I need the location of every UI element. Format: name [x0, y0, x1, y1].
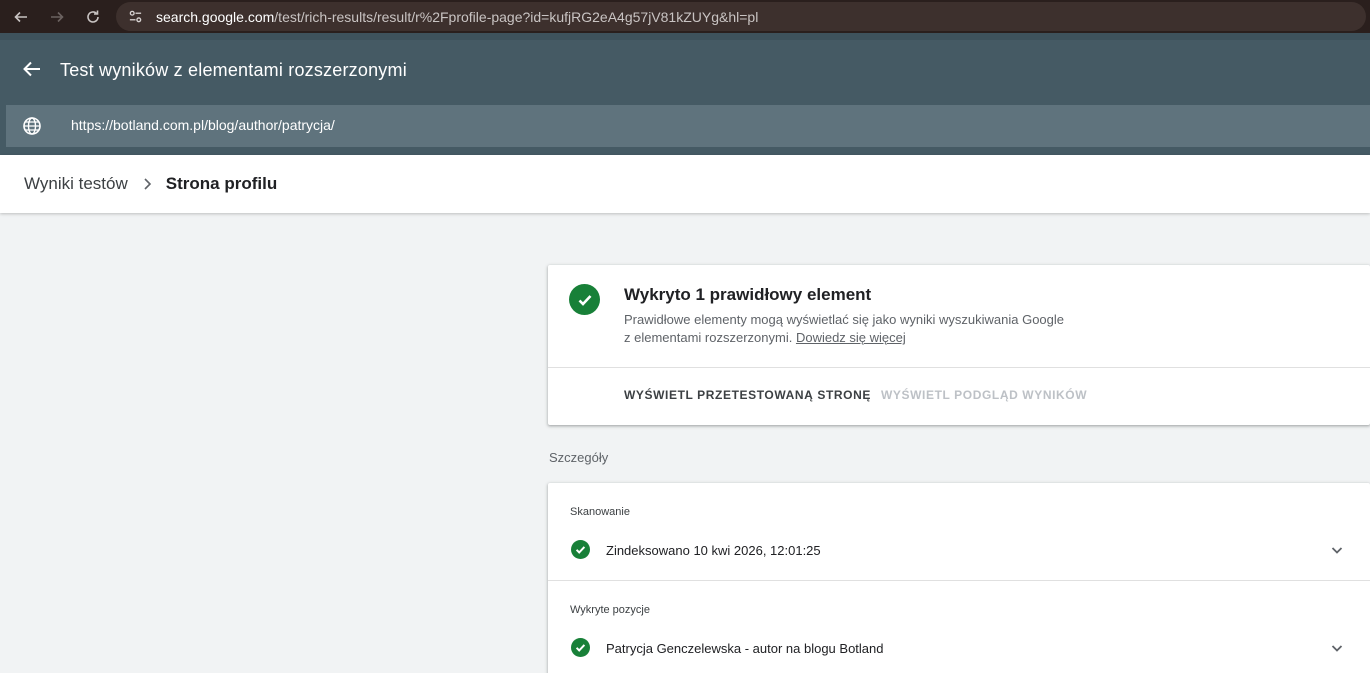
address-bar-url: search.google.com/test/rich-results/resu… [156, 9, 758, 25]
detail-text: Patrycja Genczelewska - autor na blogu B… [606, 641, 884, 656]
globe-icon [22, 116, 42, 136]
reload-icon [87, 10, 99, 23]
browser-forward-button[interactable] [39, 0, 75, 33]
check-circle-icon [571, 540, 590, 559]
summary-title: Wykryto 1 prawidłowy element [624, 285, 872, 304]
arrow-right-icon [51, 11, 64, 22]
tested-url-text: https://botland.com.pl/blog/author/patry… [71, 117, 335, 133]
tested-url-bar[interactable]: https://botland.com.pl/blog/author/patry… [6, 105, 1370, 147]
app-header: Test wyników z elementami rozszerzonymi … [0, 33, 1370, 155]
page-title: Test wyników z elementami rozszerzonymi [60, 60, 407, 80]
summary-description-line1: Prawidłowe elementy mogą wyświetlać się … [624, 312, 1065, 327]
address-bar[interactable]: search.google.com/test/rich-results/resu… [116, 2, 1366, 31]
url-host: search.google.com [156, 8, 275, 25]
check-circle-icon [571, 638, 590, 657]
url-path: /test/rich-results/result/r%2Fprofile-pa… [274, 8, 759, 25]
summary-card: Wykryto 1 prawidłowy element Prawidłowe … [548, 265, 1370, 425]
details-card: Skanowanie Zindeksowano 10 kwi 2026, 12:… [548, 483, 1370, 673]
divider [548, 367, 1370, 368]
view-results-preview-button[interactable]: WYŚWIETL PODGLĄD WYNIKÓW [881, 388, 1087, 402]
chevron-right-icon [142, 177, 152, 191]
details-section-label: Szczegóły [549, 450, 609, 465]
chevron-down-icon[interactable] [1330, 641, 1344, 655]
learn-more-link[interactable]: Dowiedz się więcej [796, 330, 906, 345]
detail-text: Zindeksowano 10 kwi 2026, 12:01:25 [606, 543, 821, 558]
breadcrumb: Wyniki testów Strona profilu [0, 155, 1370, 213]
chevron-down-icon[interactable] [1330, 543, 1344, 557]
summary-description: Prawidłowe elementy mogą wyświetlać się … [624, 311, 1104, 347]
breadcrumb-test-results-link[interactable]: Wyniki testów [24, 174, 128, 194]
browser-back-button[interactable] [3, 0, 39, 33]
browser-reload-button[interactable] [75, 0, 111, 33]
breadcrumb-current: Strona profilu [165, 174, 278, 193]
browser-toolbar: search.google.com/test/rich-results/resu… [0, 0, 1370, 33]
detail-row-crawl[interactable]: Skanowanie Zindeksowano 10 kwi 2026, 12:… [548, 483, 1370, 580]
view-tested-page-button[interactable]: WYŚWIETL PRZETESTOWANĄ STRONĘ [624, 388, 871, 402]
check-circle-icon [569, 284, 600, 315]
site-settings-icon[interactable] [124, 6, 146, 28]
arrow-left-icon [14, 11, 27, 22]
arrow-back-icon [23, 61, 40, 77]
summary-description-line2: z elementami rozszerzonymi. [624, 330, 793, 345]
detail-heading: Wykryte pozycje [570, 604, 650, 616]
back-button[interactable] [20, 57, 44, 81]
detail-heading: Skanowanie [570, 506, 630, 518]
detail-row-detected-items[interactable]: Wykryte pozycje Patrycja Genczelewska - … [548, 580, 1370, 673]
